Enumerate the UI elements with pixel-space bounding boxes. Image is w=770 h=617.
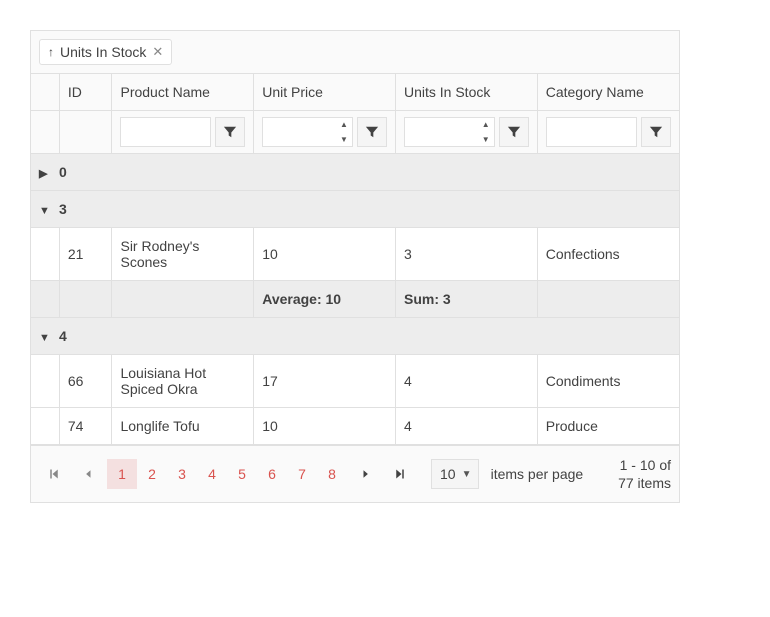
product-name-filter-input[interactable] (120, 117, 211, 147)
header-unit-price[interactable]: Unit Price (254, 74, 396, 111)
cell-units-in-stock: 3 (395, 228, 537, 281)
filter-product-name (112, 111, 254, 154)
last-page-button[interactable] (385, 459, 415, 489)
filter-icon (649, 125, 663, 139)
table-row[interactable]: 74Longlife Tofu104Produce (31, 408, 679, 445)
grid-table: ID Product Name Unit Price Units In Stoc… (31, 73, 679, 445)
header-category[interactable]: Category Name (537, 74, 679, 111)
page-number[interactable]: 7 (287, 459, 317, 489)
decrement-icon[interactable]: ▼ (335, 132, 353, 147)
seek-first-icon (48, 468, 60, 480)
cell-id: 74 (59, 408, 112, 445)
increment-icon[interactable]: ▲ (477, 117, 495, 132)
cell-units-in-stock: 4 (395, 355, 537, 408)
increment-icon[interactable]: ▲ (335, 117, 353, 132)
aggregate-row: Average: 10Sum: 3 (31, 281, 679, 318)
filter-button[interactable] (499, 117, 529, 147)
header-row: ID Product Name Unit Price Units In Stoc… (31, 74, 679, 111)
group-value: 4 (59, 328, 67, 344)
page-number[interactable]: 8 (317, 459, 347, 489)
filter-button[interactable] (215, 117, 245, 147)
filter-row: ▲ ▼ ▲ (31, 111, 679, 154)
page-number[interactable]: 4 (197, 459, 227, 489)
group-value: 0 (59, 164, 67, 180)
pager-label: items per page (491, 466, 584, 482)
expand-cell (31, 355, 59, 408)
seek-last-icon (394, 468, 406, 480)
group-value: 3 (59, 201, 67, 217)
group-row[interactable]: ▶0 (31, 154, 679, 191)
table-row[interactable]: 66Louisiana Hot Spiced Okra174Condiments (31, 355, 679, 408)
chevron-down-icon[interactable]: ▼ (39, 332, 53, 344)
page-number[interactable]: 2 (137, 459, 167, 489)
pager: 12345678 10 ▼ items per page 1 - 10 of 7… (31, 445, 679, 502)
filter-id (59, 111, 112, 154)
aggregate-stock: Sum: 3 (395, 281, 537, 318)
aggregate-price: Average: 10 (254, 281, 396, 318)
chevron-down-icon[interactable]: ▼ (39, 205, 53, 217)
group-row[interactable]: ▼3 (31, 191, 679, 228)
filter-icon (365, 125, 379, 139)
page-size-select[interactable]: 10 ▼ (431, 459, 479, 489)
chevron-down-icon: ▼ (462, 469, 472, 480)
cell-product-name: Louisiana Hot Spiced Okra (112, 355, 254, 408)
header-units-in-stock[interactable]: Units In Stock (395, 74, 537, 111)
cell-category: Condiments (537, 355, 679, 408)
chevron-right-icon[interactable]: ▶ (39, 167, 53, 180)
prev-page-button[interactable] (73, 459, 103, 489)
expand-cell (31, 228, 59, 281)
cell-product-name: Sir Rodney's Scones (112, 228, 254, 281)
filter-units-in-stock: ▲ ▼ (395, 111, 537, 154)
decrement-icon[interactable]: ▼ (477, 132, 495, 147)
page-number[interactable]: 6 (257, 459, 287, 489)
filter-icon (223, 125, 237, 139)
cell-unit-price: 10 (254, 228, 396, 281)
cell-category: Produce (537, 408, 679, 445)
filter-button[interactable] (357, 117, 387, 147)
category-filter-input[interactable] (546, 117, 637, 147)
data-grid: ↑ Units In Stock ✕ ID Product Name Unit … (30, 30, 680, 503)
page-size-value: 10 (440, 466, 456, 482)
page-number[interactable]: 1 (107, 459, 137, 489)
pager-info: 1 - 10 of 77 items (611, 456, 671, 492)
group-panel: ↑ Units In Stock ✕ (31, 31, 679, 73)
cell-unit-price: 17 (254, 355, 396, 408)
cell-id: 66 (59, 355, 112, 408)
filter-unit-price: ▲ ▼ (254, 111, 396, 154)
chevron-right-icon (361, 469, 371, 479)
sort-asc-icon: ↑ (48, 45, 54, 59)
cell-unit-price: 10 (254, 408, 396, 445)
group-row[interactable]: ▼4 (31, 318, 679, 355)
header-product-name[interactable]: Product Name (112, 74, 254, 111)
chevron-left-icon (83, 469, 93, 479)
filter-category (537, 111, 679, 154)
next-page-button[interactable] (351, 459, 381, 489)
close-icon[interactable]: ✕ (152, 44, 163, 60)
header-expand (31, 74, 59, 111)
group-chip[interactable]: ↑ Units In Stock ✕ (39, 39, 172, 65)
expand-cell (31, 408, 59, 445)
cell-units-in-stock: 4 (395, 408, 537, 445)
group-chip-label: Units In Stock (60, 44, 146, 60)
cell-category: Confections (537, 228, 679, 281)
page-number[interactable]: 3 (167, 459, 197, 489)
cell-product-name: Longlife Tofu (112, 408, 254, 445)
filter-expand (31, 111, 59, 154)
cell-id: 21 (59, 228, 112, 281)
filter-icon (507, 125, 521, 139)
page-number[interactable]: 5 (227, 459, 257, 489)
header-id[interactable]: ID (59, 74, 112, 111)
filter-button[interactable] (641, 117, 671, 147)
first-page-button[interactable] (39, 459, 69, 489)
table-row[interactable]: 21Sir Rodney's Scones103Confections (31, 228, 679, 281)
